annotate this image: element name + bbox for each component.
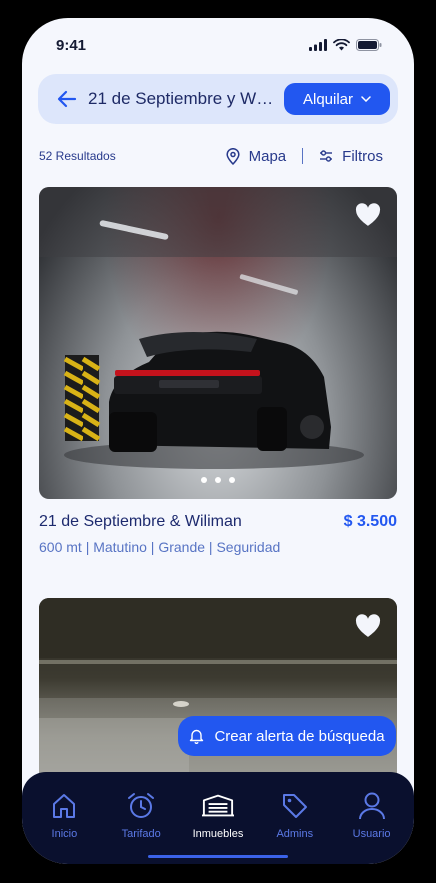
results-toolbar: 52 Resultados Mapa Filtros [39,144,383,168]
nav-label: Admins [276,828,314,840]
nav-item-inmuebles[interactable]: Inmuebles [183,790,253,864]
favorite-heart-icon[interactable] [355,614,381,638]
garage-ceiling-photo [39,598,397,798]
signal-icon [309,39,327,51]
rent-mode-dropdown[interactable]: Alquilar [284,83,390,115]
alarm-clock-icon [125,790,157,822]
map-pin-icon [226,147,240,165]
battery-icon [356,39,382,51]
pager-dot[interactable] [215,477,221,483]
status-icons [309,39,382,51]
wifi-icon [333,39,350,51]
map-button[interactable]: Mapa [226,147,287,165]
photo-pager[interactable] [201,477,235,483]
listing-photo[interactable] [39,187,397,499]
sliders-icon [320,150,333,162]
back-arrow-icon[interactable] [56,88,78,110]
parking-garage-photo [39,187,397,469]
create-search-alert-button[interactable]: Crear alerta de búsqueda [178,716,396,756]
nav-label: Inicio [51,828,78,840]
chevron-down-icon [361,96,371,102]
favorite-heart-icon[interactable] [355,203,381,227]
rent-mode-label: Alquilar [302,90,354,108]
pager-dot[interactable] [229,477,235,483]
pager-dot[interactable] [201,477,207,483]
nav-label: Usuario [352,828,391,840]
nav-item-inicio[interactable]: Inicio [29,790,99,864]
tag-icon [279,790,311,822]
nav-item-admins[interactable]: Admins [260,790,330,864]
user-icon [356,790,388,822]
home-icon [48,790,80,822]
phone-screen: 9:41 21 de Septiembre y Wiliman Alquilar… [22,18,414,864]
bell-icon [190,729,204,744]
listing-details: 600 mt | Matutino | Grande | Seguridad [39,539,281,555]
home-indicator [148,855,288,858]
filters-button[interactable]: Filtros [319,148,383,165]
create-search-alert-label: Crear alerta de búsqueda [214,727,385,745]
toolbar-divider [302,148,304,164]
map-label: Mapa [248,147,287,165]
bottom-nav: Inicio Tarifado Inmuebles Admins Usuario [22,772,414,864]
search-bar[interactable]: 21 de Septiembre y Wiliman Alquilar [38,74,398,124]
nav-item-tarifado[interactable]: Tarifado [106,790,176,864]
status-time: 9:41 [56,36,87,54]
garage-icon [201,790,234,822]
results-count: 52 Resultados [39,149,116,163]
status-bar: 9:41 [22,18,414,68]
filters-label: Filtros [342,147,383,165]
search-location[interactable]: 21 de Septiembre y Wiliman [88,89,284,109]
listing-price: $ 3.500 [343,513,397,530]
nav-label: Tarifado [121,828,161,840]
nav-item-usuario[interactable]: Usuario [337,790,407,864]
listing-title[interactable]: 21 de Septiembre & Wiliman [39,513,242,531]
nav-label: Inmuebles [192,828,244,840]
listing-photo[interactable] [39,598,397,798]
